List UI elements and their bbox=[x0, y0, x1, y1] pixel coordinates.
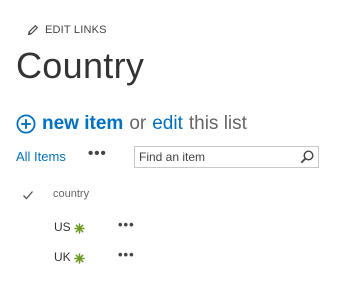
this-list-text: this list bbox=[188, 113, 247, 134]
item-title-link[interactable]: UK bbox=[54, 250, 71, 264]
item-more-button[interactable]: ••• bbox=[118, 217, 135, 232]
new-item-icon bbox=[74, 251, 85, 264]
edit-list-link[interactable]: edit bbox=[152, 112, 183, 136]
list-item: UK ••• bbox=[54, 247, 314, 268]
plus-circle-icon[interactable] bbox=[16, 114, 36, 134]
item-more-button[interactable]: ••• bbox=[118, 247, 135, 262]
new-item-icon bbox=[74, 221, 85, 234]
search-box bbox=[134, 146, 319, 168]
checkmark-icon[interactable] bbox=[22, 188, 34, 200]
list-page: EDIT LINKS Country new item or edit this… bbox=[0, 0, 345, 308]
view-more-button[interactable]: ••• bbox=[88, 145, 107, 162]
search-input[interactable] bbox=[139, 148, 289, 166]
list-command-bar: new item or edit this list bbox=[16, 112, 247, 136]
view-selector-row: All Items ••• bbox=[16, 145, 326, 170]
list-item: US ••• bbox=[54, 217, 314, 238]
new-item-link[interactable]: new item bbox=[42, 112, 123, 136]
item-title-link[interactable]: US bbox=[54, 220, 71, 234]
search-icon[interactable] bbox=[299, 149, 315, 165]
column-header-country[interactable]: country bbox=[53, 188, 89, 200]
edit-links-button[interactable]: EDIT LINKS bbox=[27, 24, 107, 36]
view-all-items[interactable]: All Items bbox=[16, 149, 66, 164]
or-text: or bbox=[129, 113, 147, 134]
page-title: Country bbox=[16, 45, 145, 86]
pencil-icon bbox=[27, 24, 39, 36]
edit-links-label: EDIT LINKS bbox=[45, 24, 107, 36]
list-header-row: country bbox=[20, 186, 320, 204]
